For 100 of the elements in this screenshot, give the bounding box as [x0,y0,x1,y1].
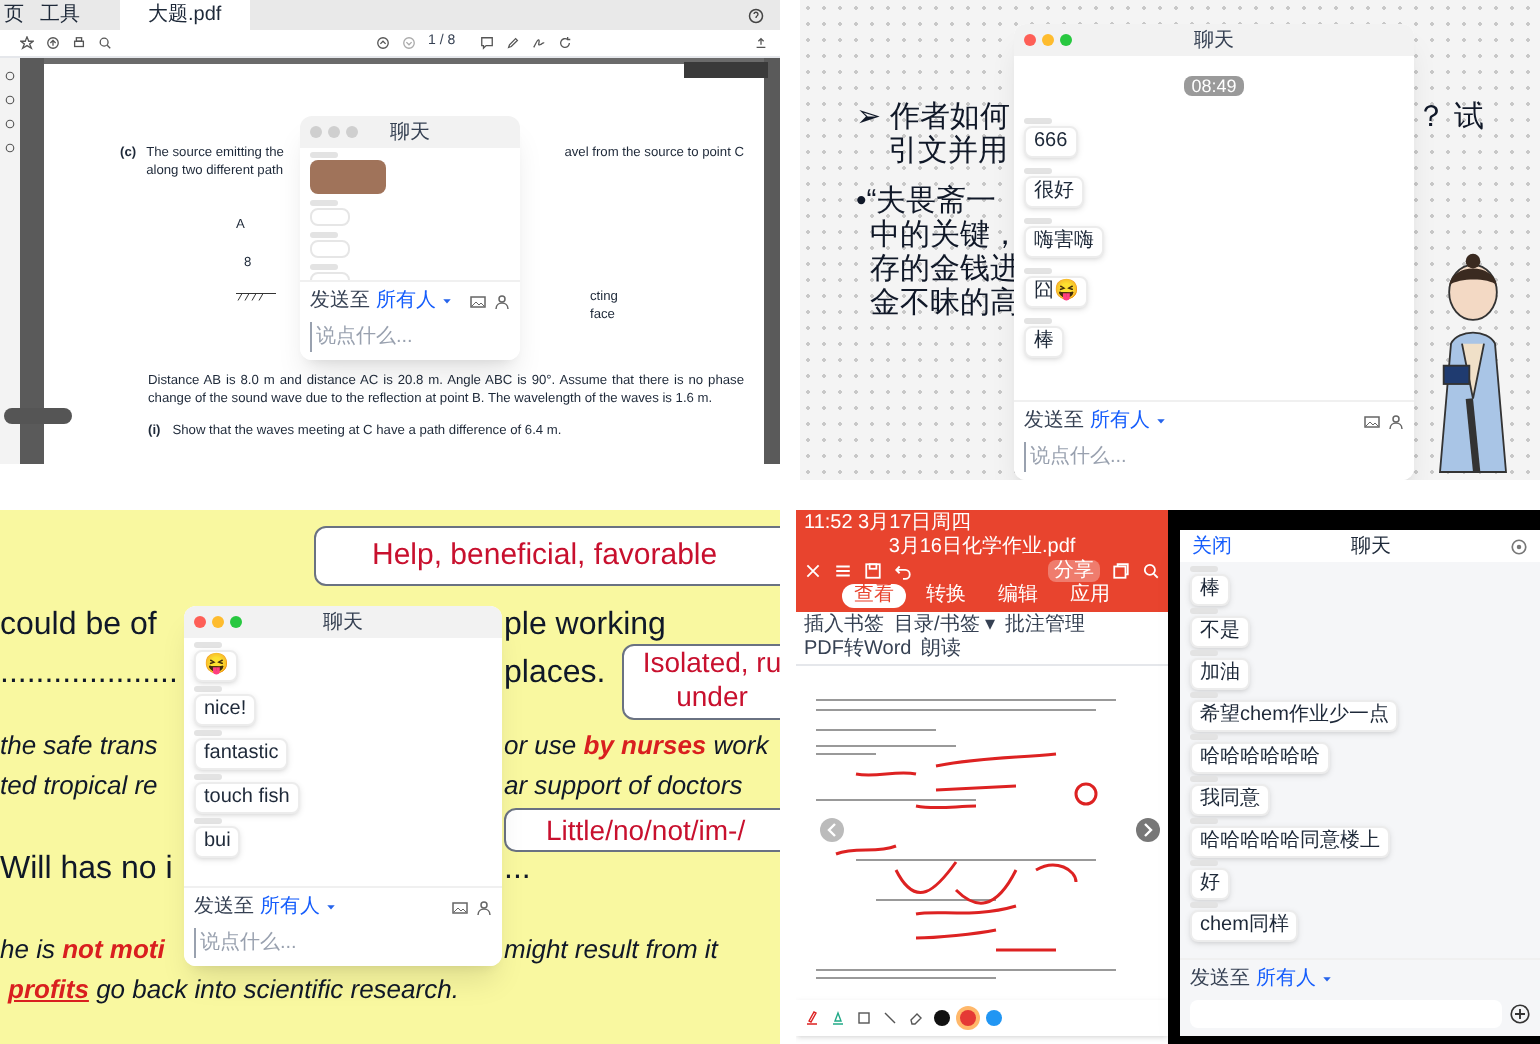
slide-text: Will has no i [0,850,173,890]
timestamp: 08:49 [1183,76,1245,96]
window-title: 聊天 [390,119,430,147]
blurred-tooltip [684,62,768,78]
chat-message: 😝 [194,650,238,682]
menu-icon[interactable] [834,562,852,580]
print-icon[interactable] [72,36,86,50]
send-to-label: 发送至 [1190,966,1250,994]
recipient-dropdown[interactable]: 所有人 [376,286,436,316]
slide-text: ？ 试 [1416,100,1485,134]
pen-icon[interactable] [505,36,520,50]
next-page-button-icon[interactable] [1136,818,1160,842]
caret-icon [1156,416,1166,426]
eraser-icon[interactable] [908,1010,924,1026]
photo-placeholder [310,160,386,194]
recipient-dropdown[interactable]: 所有人 [260,892,320,922]
callout-text: Isolated, ru [642,646,780,680]
chat-message: 很好 [1024,176,1084,208]
toolbar-button[interactable]: 批注管理 [1005,614,1086,638]
chat-message: 666 [1024,126,1078,158]
save-icon[interactable] [864,562,882,580]
slide-text: .................... [0,654,178,694]
star-icon[interactable] [20,36,34,50]
chat-message: 棒 [1024,326,1064,358]
message-input[interactable]: 说点什么... [194,928,492,958]
chat-message: fantastic [194,738,289,770]
toolbar-button[interactable]: 目录/书签 ▾ [894,614,996,638]
ribbon-tab[interactable]: 应用 [1058,584,1122,608]
signature-icon[interactable] [531,36,546,50]
slide-text: 引文并用 [886,134,1010,168]
person-icon[interactable] [476,899,492,915]
reflecting-surface-icon [236,292,276,302]
blurred-message [310,208,350,226]
send-to-label: 发送至 [194,894,254,922]
plus-icon[interactable] [1510,1004,1530,1024]
close-button[interactable] [1024,34,1036,46]
image-icon[interactable] [452,899,468,915]
menu-item[interactable]: 工具 [40,0,80,30]
ribbon-tab[interactable]: 编辑 [986,584,1050,608]
close-link[interactable]: 关闭 [1192,531,1232,561]
slide-text: •“夫畏斋一 [856,184,999,218]
chat-message: bui [194,826,241,858]
chat-message: 希望chem作业少一点 [1190,700,1399,732]
slide-text: the safe trans [0,728,158,764]
message-input[interactable]: 说点什么... [1024,442,1404,472]
caret-icon [326,902,336,912]
previous-page-icon[interactable] [376,36,390,50]
close-button[interactable] [194,616,206,628]
caret-icon [1322,974,1332,984]
person-icon[interactable] [1388,413,1404,429]
slide-text: ... [504,850,531,890]
upload-icon[interactable] [46,36,60,50]
close-icon[interactable] [804,562,822,580]
color-swatch[interactable] [960,1010,976,1026]
settings-icon[interactable] [1510,537,1528,555]
chat-message: 嗨害嗨 [1024,226,1104,258]
blurred-sender-name [310,152,338,158]
comment-icon[interactable] [479,36,494,50]
ribbon-tab[interactable]: 转换 [914,584,978,608]
message-input[interactable]: 说点什么... [310,322,510,352]
chat-message: chem同样 [1190,910,1299,942]
file-tab[interactable]: 大题.pdf [120,0,250,30]
help-icon[interactable] [748,7,764,23]
slide-text: could be of [0,606,157,646]
search-icon[interactable] [1142,562,1160,580]
window-title: 聊天 [323,609,363,637]
rotate-icon[interactable] [557,36,572,50]
undo-icon[interactable] [894,562,912,580]
callout-text: under [676,680,748,714]
share-button[interactable]: 分享 [1048,560,1100,582]
person-icon[interactable] [494,293,510,309]
color-swatch[interactable] [934,1010,950,1026]
share-icon[interactable] [754,36,768,50]
recipient-dropdown[interactable]: 所有人 [1256,964,1316,994]
line-icon[interactable] [882,1010,898,1026]
search-icon[interactable] [98,36,112,50]
ribbon-tab[interactable]: 查看 [842,584,906,608]
chat-message: 我同意 [1190,784,1270,816]
menu-item[interactable]: 页 [4,0,24,30]
recipient-dropdown[interactable]: 所有人 [1090,406,1150,436]
chat-message: touch fish [194,782,300,814]
toolbar-button[interactable]: 朗读 [921,638,962,662]
highlighter-icon[interactable] [830,1010,846,1026]
send-to-label: 发送至 [1024,408,1084,436]
color-swatch[interactable] [986,1010,1002,1026]
chat-message: 棒 [1190,574,1230,606]
toolbar-button[interactable]: 插入书签 [804,614,884,638]
file-title: 3月16日化学作业.pdf [888,536,1076,558]
chat-message: 好 [1190,868,1230,900]
chat-message: 哈哈哈哈哈同意楼上 [1190,826,1390,858]
image-icon[interactable] [1364,413,1380,429]
pen-icon[interactable] [804,1010,820,1026]
slide-text: or use by nurses work [504,728,769,764]
toolbar-button[interactable]: PDF转Word [804,638,912,662]
image-icon[interactable] [470,293,486,309]
windows-icon[interactable] [1112,562,1130,580]
slide-text: ple working [504,606,666,646]
window-title: 聊天 [1194,27,1234,55]
chat-message: 哈哈哈哈哈哈 [1190,742,1330,774]
rectangle-icon[interactable] [856,1010,872,1026]
